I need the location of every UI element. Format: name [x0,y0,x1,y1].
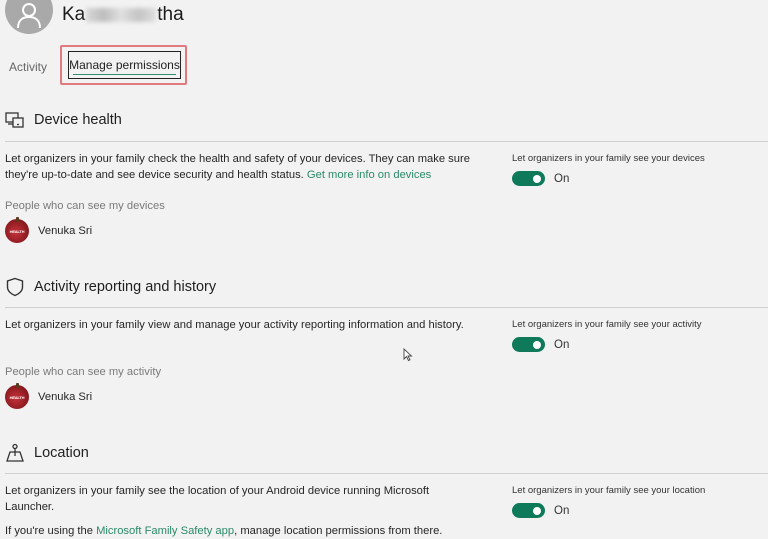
location-icon [5,443,25,463]
tab-activity[interactable]: Activity [9,60,47,74]
redacted-name-blur [86,7,157,22]
section-divider [5,141,768,142]
family-safety-app-link[interactable]: Microsoft Family Safety app [96,525,234,537]
people-label: People who can see my activity [5,366,162,378]
location-toggle[interactable] [512,503,545,518]
permission-label: Let organizers in your family see your a… [512,319,702,330]
profile-name: Ka tha [62,4,184,26]
people-label: People who can see my devices [5,200,165,212]
person-name: Venuka Sri [38,391,93,403]
shield-icon [5,277,25,297]
toggle-state: On [554,504,570,517]
person-item: HEALTH Venuka Sri [5,383,93,409]
toggle-knob [533,340,541,349]
note-suffix: , manage location permissions from there… [234,525,443,537]
person-icon [17,3,41,29]
location-toggle-row: On [512,503,569,518]
active-tab-indicator [73,73,176,75]
person-avatar-icon: HEALTH [5,217,29,243]
person-avatar-icon: HEALTH [5,383,29,409]
device-health-description: Let organizers in your family check the … [5,151,485,183]
toggle-state: On [554,172,570,185]
devices-toggle[interactable] [512,171,545,186]
mouse-cursor-icon [403,348,413,362]
section-divider [5,473,768,474]
permission-label: Let organizers in your family see your d… [512,153,705,164]
get-more-info-link[interactable]: Get more info on devices [307,169,431,181]
permission-label: Let organizers in your family see your l… [512,485,706,496]
location-note: If you're using the Microsoft Family Saf… [5,523,505,539]
section-divider [5,307,768,308]
section-title: Location [34,445,89,461]
location-header: Location [5,443,89,463]
note-prefix: If you're using the [5,525,93,537]
devices-icon [5,110,25,130]
tab-manage-permissions-label: Manage permissions [69,58,180,72]
description-text: Let organizers in your family see the lo… [5,485,430,513]
profile-avatar [5,0,53,34]
toggle-knob [533,506,541,515]
activity-header: Activity reporting and history [5,277,216,297]
devices-toggle-row: On [512,171,569,186]
person-name: Venuka Sri [38,225,93,237]
section-title: Device health [34,112,122,128]
activity-toggle-row: On [512,337,569,352]
toggle-knob [533,174,541,183]
toggle-state: On [554,338,570,351]
section-title: Activity reporting and history [34,279,217,295]
profile-name-end: tha [157,4,184,25]
device-health-header: Device health [5,110,122,130]
profile-name-start: Ka [62,4,86,25]
activity-toggle[interactable] [512,337,545,352]
location-description: Let organizers in your family see the lo… [5,483,455,515]
description-text: Let organizers in your family view and m… [5,319,464,331]
activity-description: Let organizers in your family view and m… [5,317,485,333]
tab-manage-permissions[interactable]: Manage permissions [68,51,181,79]
person-item: HEALTH Venuka Sri [5,217,93,243]
